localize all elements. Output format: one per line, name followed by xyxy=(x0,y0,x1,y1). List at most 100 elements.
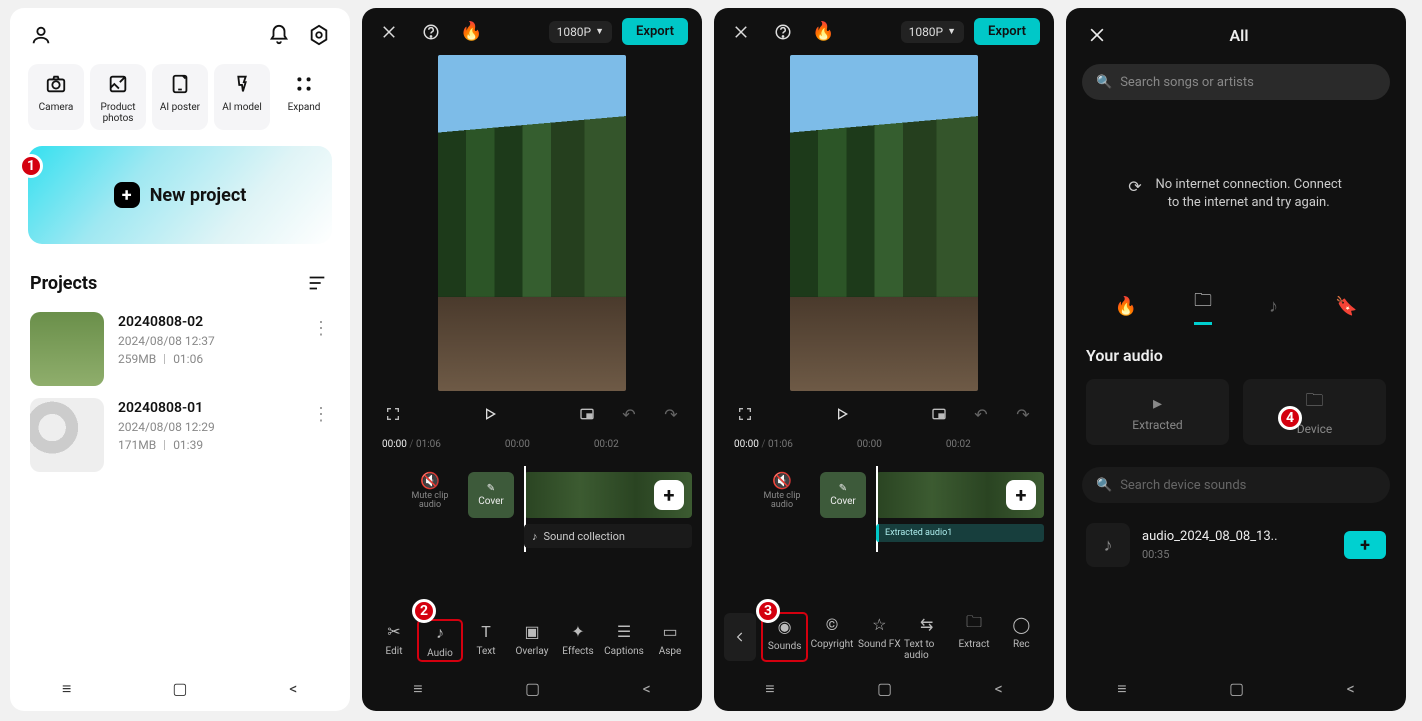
timeline[interactable]: 🔇 Mute clip audio ✎ Cover + Extracted au… xyxy=(714,466,1054,552)
refresh-icon[interactable]: ⟳ xyxy=(1128,176,1141,198)
editor-top-bar: 🔥 1080P▼ Export xyxy=(714,8,1054,55)
project-thumbnail xyxy=(30,398,104,472)
tool-row: Camera Product photos AI poster AI model… xyxy=(10,54,350,134)
system-nav: ≡ ▢ < xyxy=(1066,679,1406,699)
text-icon: T xyxy=(475,620,497,642)
nav-home-icon[interactable]: ▢ xyxy=(877,679,892,699)
project-item[interactable]: 20240808-02 2024/08/08 12:37 259MB 01:06… xyxy=(10,306,350,392)
tool-ai-model[interactable]: AI model xyxy=(214,64,270,130)
nav-back-icon[interactable]: < xyxy=(995,679,1003,699)
back-button[interactable] xyxy=(724,613,756,661)
help-icon[interactable] xyxy=(418,19,444,45)
mute-clip-button[interactable]: 🔇 Mute clip audio xyxy=(754,472,810,511)
pip-icon[interactable] xyxy=(574,401,600,427)
tool-extract[interactable]: 🗀Extract xyxy=(951,613,996,661)
undo-icon[interactable]: ↶ xyxy=(616,401,642,427)
video-preview[interactable] xyxy=(790,55,978,391)
speaker-icon: 🔇 xyxy=(754,472,810,490)
flame-icon[interactable]: 🔥 xyxy=(460,21,482,42)
nav-back-icon[interactable]: < xyxy=(643,679,651,699)
fullscreen-icon[interactable] xyxy=(732,401,758,427)
more-icon[interactable]: ⋮ xyxy=(312,312,330,345)
tool-product-photos[interactable]: Product photos xyxy=(90,64,146,130)
tool-effects[interactable]: ✦Effects xyxy=(556,620,600,661)
export-button[interactable]: Export xyxy=(622,18,688,45)
cover-button[interactable]: ✎ Cover xyxy=(820,472,866,518)
play-icon[interactable] xyxy=(829,401,855,427)
project-name: 20240808-02 xyxy=(118,314,298,330)
play-icon[interactable] xyxy=(477,401,503,427)
bell-icon[interactable] xyxy=(266,22,292,48)
tab-tiktok[interactable]: ♪ xyxy=(1269,296,1278,317)
bottom-toolbar: ✂Edit ♪Audio TText ▣Overlay ✦Effects ☰Ca… xyxy=(362,620,702,661)
redo-icon[interactable]: ↷ xyxy=(1010,401,1036,427)
resolution-dropdown[interactable]: 1080P▼ xyxy=(549,21,612,43)
add-clip-button[interactable]: + xyxy=(654,480,684,510)
search-input[interactable]: 🔍 Search songs or artists xyxy=(1082,64,1390,100)
nav-menu-icon[interactable]: ≡ xyxy=(55,679,79,699)
redo-icon[interactable]: ↷ xyxy=(658,401,684,427)
nav-menu-icon[interactable]: ≡ xyxy=(765,679,774,699)
extracted-audio-track[interactable]: Extracted audio1 xyxy=(876,524,1044,542)
tool-captions[interactable]: ☰Captions xyxy=(602,620,646,661)
add-audio-button[interactable]: + xyxy=(1344,531,1386,559)
project-item[interactable]: 20240808-01 2024/08/08 12:29 171MB 01:39… xyxy=(10,392,350,478)
add-clip-button[interactable]: + xyxy=(1006,480,1036,510)
flame-icon[interactable]: 🔥 xyxy=(812,21,834,42)
more-icon[interactable]: ⋮ xyxy=(312,398,330,431)
tool-copyright[interactable]: ©Copyright xyxy=(809,613,854,661)
nav-menu-icon[interactable]: ≡ xyxy=(1117,679,1126,699)
pip-icon[interactable] xyxy=(926,401,952,427)
cover-button[interactable]: ✎ Cover xyxy=(468,472,514,518)
tool-overlay[interactable]: ▣Overlay xyxy=(510,620,554,661)
mute-clip-button[interactable]: 🔇 Mute clip audio xyxy=(402,472,458,511)
nav-menu-icon[interactable]: ≡ xyxy=(413,679,422,699)
tab-trending[interactable]: 🔥 xyxy=(1115,296,1137,317)
search-device-input[interactable]: 🔍 Search device sounds xyxy=(1082,467,1390,503)
tool-text-to-audio[interactable]: ⇆Text to audio xyxy=(904,613,949,661)
nav-home-icon[interactable]: ▢ xyxy=(168,679,192,699)
tool-text[interactable]: TText xyxy=(464,620,508,661)
tab-bookmark[interactable]: 🔖 xyxy=(1335,296,1357,317)
tab-folder[interactable]: 🗀 xyxy=(1194,288,1212,325)
close-icon[interactable] xyxy=(728,19,754,45)
nav-back-icon[interactable]: < xyxy=(281,679,305,699)
export-button[interactable]: Export xyxy=(974,18,1040,45)
tta-icon: ⇆ xyxy=(916,613,938,635)
tool-edit[interactable]: ✂Edit xyxy=(372,620,416,661)
help-icon[interactable] xyxy=(770,19,796,45)
nav-home-icon[interactable]: ▢ xyxy=(525,679,540,699)
projects-header: Projects xyxy=(10,244,350,306)
tool-ai-poster[interactable]: AI poster xyxy=(152,64,208,130)
tool-audio[interactable]: ♪Audio xyxy=(418,620,462,661)
gear-icon[interactable] xyxy=(306,22,332,48)
undo-icon[interactable]: ↶ xyxy=(968,401,994,427)
screen-editor-audio: 🔥 1080P▼ Export ↶ ↷ 00:00 / 01:06 00:00 … xyxy=(714,8,1054,711)
card-device[interactable]: 🗀 Device xyxy=(1243,379,1386,445)
no-internet-message: ⟳ No internet connection. Connect to the… xyxy=(1066,106,1406,282)
resolution-dropdown[interactable]: 1080P▼ xyxy=(901,21,964,43)
close-icon[interactable] xyxy=(376,19,402,45)
tool-aspect[interactable]: ▭Aspe xyxy=(648,620,692,661)
project-name: 20240808-01 xyxy=(118,400,298,416)
tool-camera[interactable]: Camera xyxy=(28,64,84,130)
new-project-button[interactable]: + New project xyxy=(28,146,332,244)
nav-home-icon[interactable]: ▢ xyxy=(1229,679,1244,699)
tool-expand[interactable]: Expand xyxy=(276,64,332,130)
timeline[interactable]: 🔇 Mute clip audio ✎ Cover + ♪ Sound coll… xyxy=(362,466,702,552)
tool-soundfx[interactable]: ☆Sound FX xyxy=(857,613,902,661)
step-badge-3: 3 xyxy=(756,599,780,623)
sort-icon[interactable] xyxy=(304,270,330,296)
close-icon[interactable] xyxy=(1084,22,1110,48)
tool-record[interactable]: ◯Rec xyxy=(999,613,1044,661)
fullscreen-icon[interactable] xyxy=(380,401,406,427)
nav-back-icon[interactable]: < xyxy=(1347,679,1355,699)
audio-item[interactable]: ♪ audio_2024_08_08_13.. 00:35 + xyxy=(1066,513,1406,577)
step-badge-4: 4 xyxy=(1278,406,1302,430)
pencil-icon: ✎ xyxy=(487,483,495,494)
project-duration: 01:06 xyxy=(173,352,203,366)
video-preview[interactable] xyxy=(438,55,626,391)
sound-collection-track[interactable]: ♪ Sound collection xyxy=(524,524,692,548)
profile-icon[interactable] xyxy=(28,22,54,48)
card-extracted[interactable]: ▸ Extracted xyxy=(1086,379,1229,445)
